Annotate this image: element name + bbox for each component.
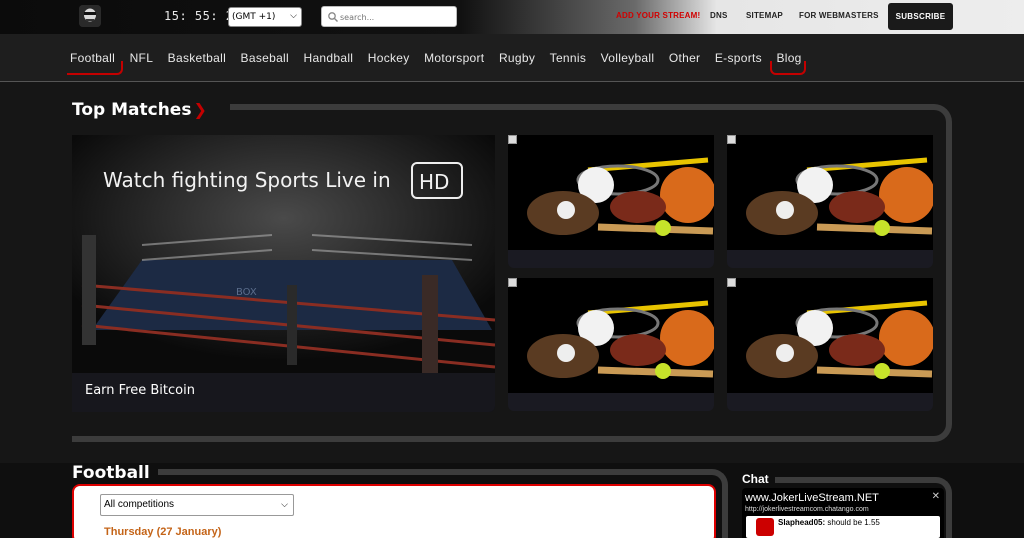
section-frame-bottom [72,436,242,442]
featured-caption-text: Earn Free Bitcoin [85,383,195,398]
site-logo[interactable] [79,5,101,27]
close-icon[interactable]: ✕ [932,491,940,502]
banner-headline: Watch fighting Sports Live in [103,168,391,192]
broken-image-icon [508,135,517,144]
sports-balls-image [508,135,714,250]
sports-balls-image [727,135,933,250]
nav-hockey[interactable]: Hockey [368,51,410,65]
nav-football[interactable]: Football [66,51,124,75]
chat-message: Slaphead05: should be 1.55 [746,516,940,538]
chat-message-user: Slaphead05: [778,518,826,527]
sports-nav: Football NFL Basketball Baseball Handbal… [0,34,1024,82]
match-card[interactable] [727,135,933,268]
match-card[interactable] [508,278,714,411]
competition-select[interactable]: All competitions ⌵ [100,494,294,516]
chat-room-url[interactable]: http://jokerlivestreamcom.chatango.com [745,506,869,513]
nav-motorsport[interactable]: Motorsport [424,51,484,65]
timezone-value: (GMT +1) [232,12,276,22]
football-schedule-box: All competitions ⌵ Thursday (27 January) [72,484,716,538]
nav-handball[interactable]: Handball [303,51,353,65]
broken-image-icon [508,278,517,287]
boxing-ring-illustration: BOX Watch fighting Sports Live in HD [72,135,495,373]
chat-message-body: should be 1.55 [827,518,880,527]
nav-volleyball[interactable]: Volleyball [601,51,655,65]
top-matches-title: Top Matches ❯ [72,100,207,120]
top-matches-section: Top Matches ❯ BOX Watch fighting Sports … [0,82,1024,463]
chat-room-name: www.JokerLiveStream.NET [745,492,879,504]
sports-equipment-illustration [527,300,714,379]
top-matches-title-text: Top Matches [72,100,192,120]
webmasters-link[interactable]: FOR WEBMASTERS [799,11,879,20]
football-title: Football [72,463,150,483]
chevron-down-icon: ⌵ [281,499,288,509]
broken-image-icon [727,135,736,144]
sports-balls-image [508,278,714,393]
avatar [756,518,774,536]
sitemap-link[interactable]: SITEMAP [746,11,783,20]
search-icon [328,12,338,22]
dns-link[interactable]: DNS [710,11,728,20]
bottom-area: Football All competitions ⌵ Thursday (27… [0,463,1024,538]
broken-image-icon [727,278,736,287]
match-card[interactable] [508,135,714,268]
date-heading: Thursday (27 January) [104,526,222,538]
add-stream-link[interactable]: ADD YOUR STREAM! [616,11,700,20]
joker-logo-icon [79,5,101,27]
nav-tennis[interactable]: Tennis [550,51,587,65]
chevron-right-icon: ❯ [193,100,207,119]
chat-widget[interactable]: www.JokerLiveStream.NET http://jokerlive… [742,488,944,538]
chat-title: Chat [742,472,769,486]
featured-banner-image: BOX Watch fighting Sports Live in HD [72,135,495,373]
top-bar: 15: 55: 20 (GMT +1) ⌵ ADD YOUR STREAM! D… [0,0,1024,34]
search-input[interactable] [340,10,452,24]
nav-baseball[interactable]: Baseball [241,51,289,65]
match-card[interactable] [727,278,933,411]
nav-nfl[interactable]: NFL [130,51,154,65]
featured-match-card[interactable]: BOX Watch fighting Sports Live in HD Ear… [72,135,495,412]
timezone-select[interactable]: (GMT +1) ⌵ [228,7,302,27]
competition-select-value: All competitions [104,499,175,510]
sports-balls-image [727,278,933,393]
nav-rugby[interactable]: Rugby [499,51,535,65]
nav-other[interactable]: Other [669,51,701,65]
sports-equipment-illustration [527,157,714,236]
nav-blog[interactable]: Blog [770,51,806,75]
ring-mat-text: BOX [236,287,257,298]
subscribe-button[interactable]: SUBSCRIBE [888,3,953,30]
search-box[interactable] [321,6,457,27]
sports-equipment-illustration [746,157,933,236]
chat-message-text: Slaphead05: should be 1.55 [778,518,880,527]
featured-caption: Earn Free Bitcoin [72,373,495,412]
hd-badge: HD [419,170,449,194]
chevron-down-icon: ⌵ [290,11,297,21]
sports-equipment-illustration [746,300,933,379]
nav-basketball[interactable]: Basketball [168,51,226,65]
nav-esports[interactable]: E-sports [715,51,762,65]
